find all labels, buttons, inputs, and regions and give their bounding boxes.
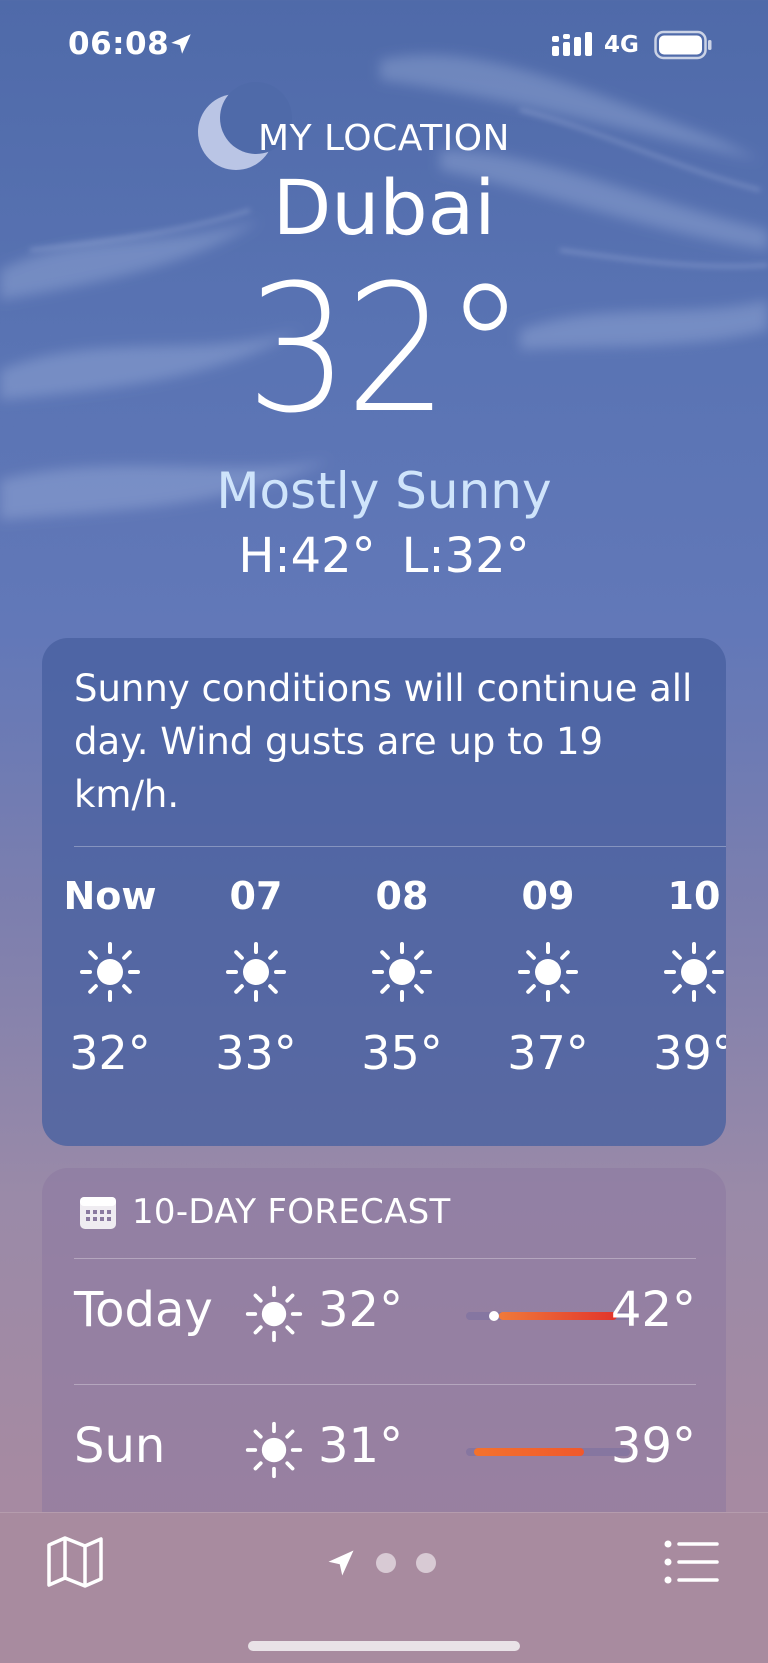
sun-icon: [80, 942, 140, 1002]
hour-label: 07: [229, 874, 283, 918]
status-bar: 06:08 4G: [0, 0, 768, 96]
hour-label: Now: [63, 874, 157, 918]
current-temp-marker: [488, 1311, 499, 1321]
hourly-forecast-card[interactable]: Sunny conditions will continue all day. …: [42, 638, 726, 1146]
battery-icon: [654, 30, 712, 60]
hour-column: 08 35°: [332, 874, 472, 1080]
bottom-toolbar: [0, 1512, 768, 1663]
temperature-range-fill: [498, 1312, 617, 1320]
sun-icon: [518, 942, 578, 1002]
weather-summary: Sunny conditions will continue all day. …: [74, 667, 693, 816]
forecast-day-row[interactable]: Sun 31° 39°: [74, 1396, 696, 1506]
network-type: 4G: [604, 32, 639, 58]
page-dot[interactable]: [376, 1553, 396, 1573]
low-temp: L:32°: [401, 528, 530, 584]
day-high-temp: 39°: [610, 1418, 696, 1474]
weather-condition: Mostly Sunny: [216, 462, 552, 520]
high-low: H:42° L:32°: [0, 528, 768, 584]
hour-label: 10: [667, 874, 721, 918]
day-high-temp: 42°: [610, 1282, 696, 1338]
hour-temp: 32°: [69, 1026, 151, 1080]
high-temp: H:42°: [238, 528, 376, 584]
temperature-range-bar: [466, 1448, 630, 1456]
sun-icon: [664, 942, 724, 1002]
sun-icon: [245, 1421, 303, 1479]
day-low-temp: 32°: [318, 1282, 404, 1338]
hour-temp: 35°: [361, 1026, 443, 1080]
forecast-day-row[interactable]: Today 32° 42°: [74, 1260, 696, 1370]
card-divider: [74, 1258, 696, 1259]
location-label: MY LOCATION: [258, 118, 510, 159]
day-name: Today: [74, 1282, 213, 1338]
forecast-header: 10-DAY FORECAST: [78, 1192, 451, 1232]
hour-temp: 39°: [653, 1026, 726, 1080]
home-indicator[interactable]: [248, 1641, 520, 1651]
city-name: Dubai: [272, 163, 496, 252]
day-low-temp: 31°: [318, 1418, 404, 1474]
hour-column: 07 33°: [186, 874, 326, 1080]
forecast-title: 10-DAY FORECAST: [132, 1192, 451, 1232]
calendar-icon: [80, 1197, 116, 1229]
hour-column: 10 39°: [624, 874, 726, 1080]
hour-label: 09: [521, 874, 575, 918]
signal-icon: [552, 32, 592, 56]
sun-icon: [245, 1285, 303, 1343]
hour-column: 09 37°: [478, 874, 618, 1080]
location-header: MY LOCATION Dubai: [0, 118, 768, 252]
map-icon[interactable]: [46, 1535, 104, 1589]
current-temperature: 32°: [246, 247, 526, 452]
hour-temp: 33°: [215, 1026, 297, 1080]
sun-icon: [226, 942, 286, 1002]
page-indicator[interactable]: [326, 1543, 436, 1583]
page-dot[interactable]: [416, 1553, 436, 1573]
location-arrow-icon: [171, 34, 191, 54]
card-divider: [74, 846, 726, 847]
day-name: Sun: [74, 1418, 166, 1474]
temperature-range-bar: [466, 1311, 630, 1321]
card-divider: [74, 1384, 696, 1385]
sun-icon: [372, 942, 432, 1002]
status-time: 06:08: [68, 26, 170, 62]
hour-column: Now 32°: [42, 874, 180, 1080]
list-icon[interactable]: [664, 1539, 720, 1585]
location-arrow-icon: [328, 1550, 354, 1576]
hour-temp: 37°: [507, 1026, 589, 1080]
hour-label: 08: [375, 874, 429, 918]
temperature-range-fill: [474, 1448, 585, 1456]
